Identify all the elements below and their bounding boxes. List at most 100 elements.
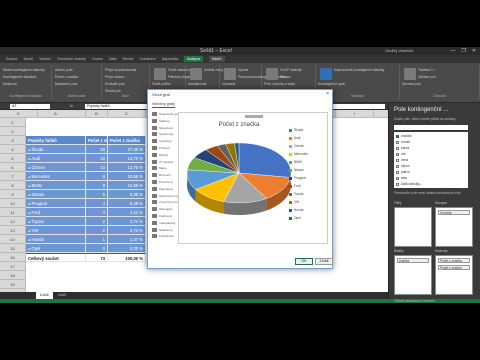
ribbon-tab[interactable]: Vložení bbox=[39, 57, 51, 61]
expand-icon[interactable]: ⊞ bbox=[28, 175, 31, 179]
pivot-header-cell[interactable]: Počet z značka bbox=[108, 136, 146, 145]
dialog-close-icon[interactable]: × bbox=[326, 91, 329, 97]
pivot-field-item[interactable]: model bbox=[396, 140, 410, 144]
ribbon-button-icon[interactable] bbox=[266, 68, 278, 80]
user-name[interactable]: Ondřej Vaněček bbox=[385, 47, 413, 55]
expand-icon[interactable]: ⊞ bbox=[28, 193, 31, 197]
ribbon-item[interactable]: Tlačítka +/- bbox=[418, 68, 435, 72]
sheet-tab-list2[interactable]: List2 bbox=[54, 292, 70, 299]
columns-area[interactable]: Sloupce Hodnoty bbox=[435, 201, 473, 247]
row-header[interactable]: 7 bbox=[0, 172, 26, 181]
ribbon-item[interactable]: Sbalit pole bbox=[105, 89, 121, 93]
ribbon-item[interactable]: Přejít na podrobnosti bbox=[105, 68, 136, 72]
pivot-row-label[interactable]: ⊞VW bbox=[26, 226, 86, 235]
ribbon-button-icon[interactable] bbox=[154, 68, 166, 80]
ribbon-tab[interactable]: Zobrazení bbox=[140, 57, 156, 61]
values-chip[interactable]: Počet z značka bbox=[438, 265, 470, 270]
ribbon-tab[interactable]: Soubor bbox=[6, 57, 18, 61]
field-search-input[interactable] bbox=[394, 125, 468, 130]
row-header[interactable]: 14 bbox=[0, 235, 26, 244]
pivot-count-cell[interactable]: 10 bbox=[86, 163, 108, 172]
chart-type-item[interactable]: Histogram bbox=[152, 207, 173, 212]
chart-preview[interactable]: Počet z značka Škoda Audi Citroen Mercedes B… bbox=[178, 112, 328, 244]
row-header[interactable]: 19 bbox=[0, 280, 26, 289]
minimize-button[interactable]: — bbox=[450, 48, 455, 54]
chart-type-item[interactable]: Sloupcový bbox=[152, 125, 173, 130]
pivot-row-label[interactable]: ⊞Škoda bbox=[26, 145, 86, 154]
pivot-count-cell[interactable]: 5 bbox=[86, 190, 108, 199]
expand-icon[interactable]: ⊞ bbox=[28, 157, 31, 161]
chart-type-item[interactable]: Šablony bbox=[152, 118, 170, 123]
chart-type-item[interactable]: XY bodový bbox=[152, 159, 173, 164]
pivot-percent-cell[interactable]: 2,74 % bbox=[108, 217, 146, 226]
expand-icon[interactable]: ⊞ bbox=[28, 220, 31, 224]
close-button[interactable]: ✕ bbox=[472, 48, 476, 54]
pivot-field-item[interactable]: Další tabulky... bbox=[396, 182, 422, 186]
row-header[interactable]: 16 bbox=[0, 253, 26, 262]
ribbon-item[interactable]: Vymazat bbox=[222, 82, 235, 86]
grand-total-label[interactable]: Celkový součet bbox=[26, 253, 86, 262]
chart-type-item[interactable]: Spojnicový bbox=[152, 132, 174, 137]
pivot-field-item[interactable]: rok bbox=[396, 152, 406, 156]
row-header[interactable]: 9 bbox=[0, 190, 26, 199]
expand-icon[interactable]: ⊞ bbox=[28, 211, 31, 215]
ribbon-item[interactable]: OLAP nástroje bbox=[280, 68, 302, 72]
row-header[interactable]: 8 bbox=[0, 181, 26, 190]
ribbon-item[interactable]: Kontingenční graf bbox=[318, 82, 345, 86]
pivot-percent-cell[interactable]: 10,96 % bbox=[108, 172, 146, 181]
pivot-row-label[interactable]: ⊞Mercedes bbox=[26, 172, 86, 181]
cancel-button[interactable]: Zrušit bbox=[315, 258, 333, 265]
row-header[interactable]: 6 bbox=[0, 163, 26, 172]
chart-type-item[interactable]: Mapa bbox=[152, 166, 167, 171]
chart-type-item[interactable]: Povrchový bbox=[152, 180, 173, 184]
pivot-percent-cell[interactable]: 27,40 % bbox=[108, 145, 146, 154]
row-header[interactable]: 11 bbox=[0, 208, 26, 217]
ribbon-button-icon[interactable] bbox=[224, 68, 236, 80]
row-header[interactable]: 1 bbox=[0, 118, 26, 127]
pivot-count-cell[interactable]: 8 bbox=[86, 172, 108, 181]
pivot-field-item[interactable]: stav bbox=[396, 176, 407, 180]
row-header[interactable]: 13 bbox=[0, 226, 26, 235]
ribbon-item[interactable]: Přejít nahoru bbox=[105, 75, 124, 79]
ribbon-tab[interactable]: Data bbox=[109, 57, 117, 61]
pivot-field-item[interactable]: značka bbox=[396, 134, 411, 138]
sheet-tab-list1[interactable]: List1 bbox=[36, 292, 53, 299]
pivot-row-label[interactable]: ⊞Audi bbox=[26, 154, 86, 163]
pivot-field-item[interactable]: výkon bbox=[396, 164, 410, 168]
values-chip[interactable]: Počet z značka bbox=[438, 258, 470, 263]
expand-icon[interactable]: ⊞ bbox=[28, 238, 31, 242]
row-header[interactable]: 10 bbox=[0, 199, 26, 208]
chart-type-item[interactable]: Stromová mapa bbox=[152, 193, 180, 198]
ribbon-item[interactable]: Nastavení pole bbox=[55, 82, 78, 86]
chart-type-item[interactable]: Výsečový bbox=[152, 139, 172, 144]
chart-type-item[interactable]: Kombinace bbox=[152, 234, 174, 239]
maximize-button[interactable]: ❐ bbox=[461, 48, 465, 54]
pivot-count-cell[interactable]: 4 bbox=[86, 199, 108, 208]
ribbon-item[interactable]: Doporučené kontingenční tabulky bbox=[334, 68, 384, 72]
pie-slice-škoda[interactable] bbox=[238, 142, 292, 178]
field-checkbox[interactable] bbox=[396, 158, 399, 162]
pivot-row-label[interactable]: ⊞Toyota bbox=[26, 217, 86, 226]
row-header[interactable]: 18 bbox=[0, 271, 26, 280]
ribbon-item[interactable]: Aktualizovat bbox=[188, 82, 206, 86]
field-checkbox[interactable] bbox=[396, 164, 399, 168]
pivot-percent-cell[interactable]: 5,48 % bbox=[108, 199, 146, 208]
pivot-field-item[interactable]: cena bbox=[396, 158, 408, 162]
pivot-row-label[interactable]: ⊞Opel bbox=[26, 244, 86, 253]
values-area[interactable]: Hodnoty Počet z značka Počet z značka bbox=[435, 249, 473, 295]
ribbon-tab[interactable]: Návrh bbox=[208, 56, 225, 62]
pivot-count-cell[interactable]: 8 bbox=[86, 181, 108, 190]
pivot-row-label[interactable]: ⊞Honda bbox=[26, 235, 86, 244]
pivot-field-item[interactable]: barva bbox=[396, 146, 409, 150]
ribbon-item[interactable]: Vybrat bbox=[238, 68, 248, 72]
ribbon-button-icon[interactable] bbox=[190, 68, 202, 80]
expand-icon[interactable]: ⊞ bbox=[28, 166, 31, 170]
pivot-header-cell[interactable]: Počet z značka bbox=[86, 136, 108, 145]
pivot-percent-cell[interactable]: 10,96 % bbox=[108, 181, 146, 190]
ribbon-item[interactable]: Relace bbox=[280, 75, 291, 79]
pivot-count-cell[interactable]: 1 bbox=[86, 235, 108, 244]
chart-type-item[interactable]: Paprskový bbox=[152, 186, 173, 191]
row-header[interactable]: 4 bbox=[0, 145, 26, 154]
pivot-percent-cell[interactable]: 4,11 % bbox=[108, 208, 146, 217]
row-header[interactable]: 17 bbox=[0, 262, 26, 271]
